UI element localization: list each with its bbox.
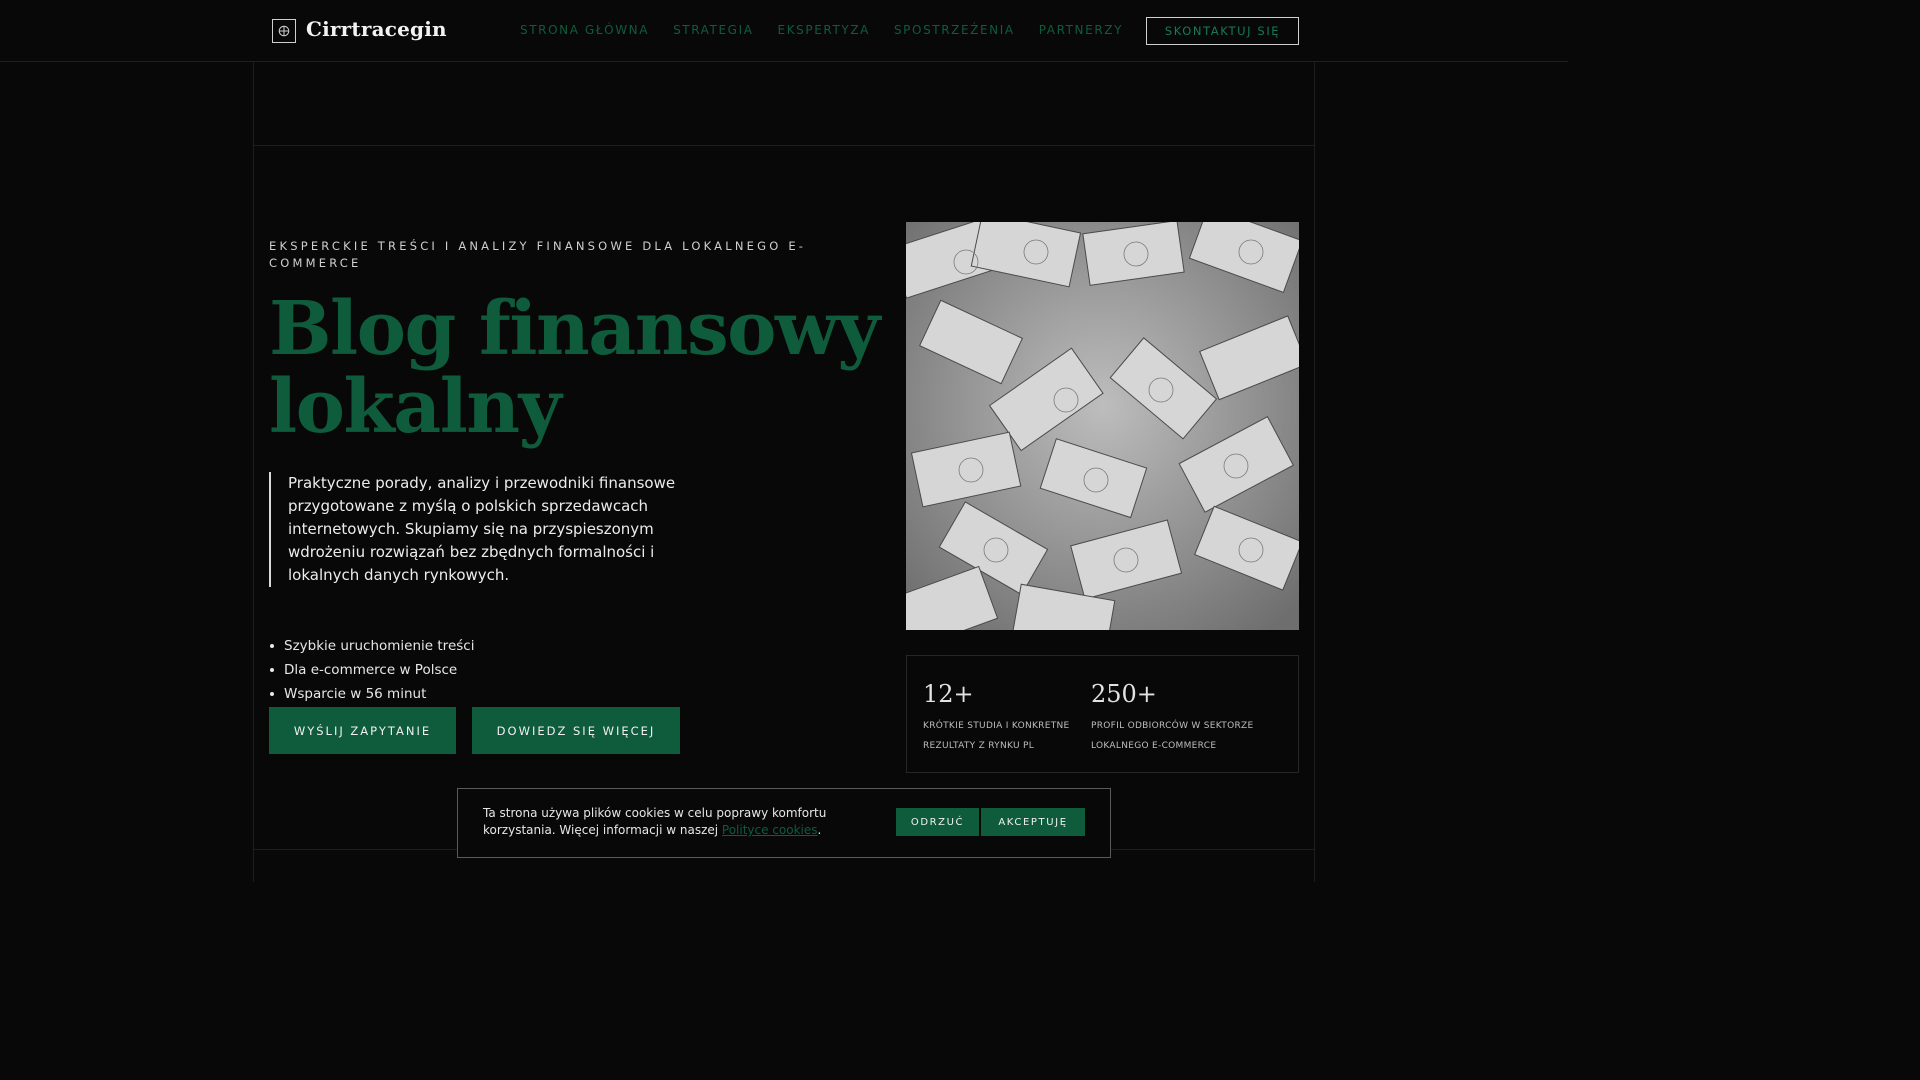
accept-cookies-button[interactable]: AKCEPTUJĘ: [981, 808, 1085, 836]
stat-label: KRÓTKIE STUDIA I KONKRETNE REZULTATY Z R…: [923, 721, 1070, 751]
stat-audience: 250+ PROFIL ODBIORCÓW W SEKTORZE LOKALNE…: [1091, 678, 1261, 756]
list-item: Szybkie uruchomienie treści: [269, 634, 474, 658]
globe-icon[interactable]: [272, 19, 296, 43]
nav-item-insights[interactable]: SPOSTRZEŻENIA: [894, 23, 1015, 37]
nav-item-partners[interactable]: PARTNERZY: [1039, 23, 1123, 37]
stat-case-studies: 12+ KRÓTKIE STUDIA I KONKRETNE REZULTATY…: [923, 678, 1093, 756]
stat-value: 250+: [1091, 680, 1157, 708]
hero-lead: Praktyczne porady, analizy i przewodniki…: [269, 472, 679, 587]
banknotes-graphic: [906, 222, 1299, 630]
stat-value: 12+: [923, 680, 974, 708]
brand-name[interactable]: Cirrtracegin: [306, 17, 447, 41]
feature-list: Szybkie uruchomienie treści Dla e-commer…: [269, 634, 474, 706]
nav-item-expertise[interactable]: EKSPERTYZA: [778, 23, 870, 37]
learn-more-button[interactable]: DOWIEDZ SIĘ WIĘCEJ: [472, 707, 680, 754]
reject-cookies-button[interactable]: ODRZUĆ: [896, 808, 979, 836]
cookie-message: Ta strona używa plików cookies w celu po…: [483, 805, 893, 839]
contact-button[interactable]: SKONTAKTUJ SIĘ: [1146, 17, 1299, 45]
frame-divider-left: [253, 62, 254, 882]
frame-divider-top: [253, 145, 1315, 146]
main-nav: STRONA GŁÓWNA STRATEGIA EKSPERTYZA SPOST…: [520, 23, 1147, 37]
frame-divider-right: [1314, 62, 1315, 882]
hero-title: Blog finansowy lokalny: [269, 286, 880, 450]
nav-item-home[interactable]: STRONA GŁÓWNA: [520, 23, 649, 37]
euro-banknotes-image: [906, 222, 1299, 630]
globe-icon-glyph: [278, 25, 290, 37]
list-item: Wsparcie w 56 minut: [269, 682, 474, 706]
top-navigation-bar: Cirrtracegin STRONA GŁÓWNA STRATEGIA EKS…: [0, 0, 1568, 62]
list-item: Dla e-commerce w Polsce: [269, 658, 474, 682]
stats-panel: 12+ KRÓTKIE STUDIA I KONKRETNE REZULTATY…: [906, 655, 1299, 773]
hero-eyebrow: EKSPERCKIE TREŚCI I ANALIZY FINANSOWE DL…: [269, 239, 807, 270]
nav-item-strategy[interactable]: STRATEGIA: [673, 23, 753, 37]
cookie-policy-link[interactable]: Polityce cookies: [722, 823, 818, 837]
cookie-banner: Ta strona używa plików cookies w celu po…: [457, 788, 1111, 858]
send-inquiry-button[interactable]: WYŚLIJ ZAPYTANIE: [269, 707, 456, 754]
cookie-message-end: .: [817, 823, 822, 837]
stat-label: PROFIL ODBIORCÓW W SEKTORZE LOKALNEGO E-…: [1091, 721, 1254, 751]
